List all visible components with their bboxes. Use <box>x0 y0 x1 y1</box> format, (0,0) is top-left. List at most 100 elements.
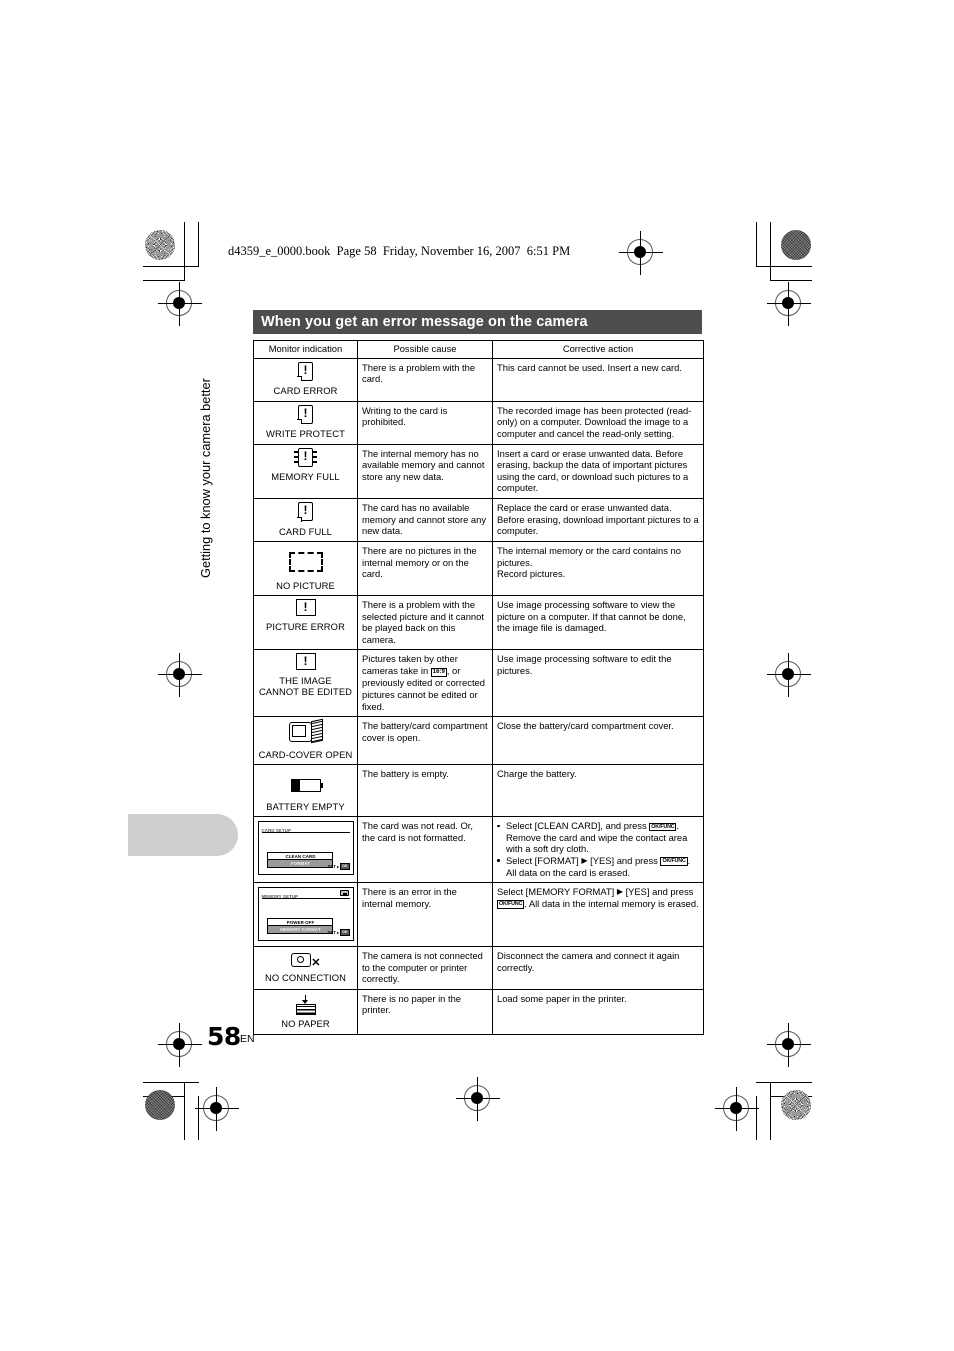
ok-func-key-badge: OK/FUNC <box>660 857 688 866</box>
screen-title-rule <box>261 897 350 899</box>
ok-func-key-badge: OK/FUNC <box>649 822 677 832</box>
monitor-indication-cell: ! PICTURE ERROR <box>253 594 358 651</box>
corrective-action-cell: The recorded image has been protected (r… <box>492 400 704 445</box>
screen-title-rule <box>261 831 350 833</box>
page-content: When you get an error message on the cam… <box>0 0 954 1351</box>
table-row: NO PAPER There is no paper in the printe… <box>253 988 704 1035</box>
table-row: NO PICTURE There are no pictures in the … <box>253 540 704 596</box>
possible-cause-cell: Writing to the card is prohibited. <box>357 400 493 445</box>
bullet-text-part-2: [YES] and press <box>587 854 661 866</box>
corrective-action-cell: Replace the card or erase unwanted data.… <box>492 497 704 542</box>
screen-set-hint: SET ▸ OK <box>328 861 350 873</box>
table-row: ! WRITE PROTECT Writing to the card is p… <box>253 400 704 445</box>
menu-option-selected[interactable]: CLEAN CARD <box>266 852 333 861</box>
screen-title: MEMORY SETUP <box>261 893 299 899</box>
possible-cause-cell: The card has no available memory and can… <box>357 497 493 542</box>
possible-cause-cell: The camera is not connected to the compu… <box>357 946 493 990</box>
error-message-table: Monitor indication Possible cause Correc… <box>253 340 704 1035</box>
indication-label: CARD-COVER OPEN <box>258 748 353 760</box>
monitor-indication-cell: CARD SETUP CLEAN CARD FORMAT SET ▸ OK <box>253 816 358 884</box>
corrective-action-cell: Use image processing software to view th… <box>492 594 704 651</box>
monitor-indication-cell: MEMORY SETUP POWER OFF MEMORY FORMAT SET… <box>253 882 358 948</box>
bullet-text-part-1: Select [CLEAN CARD], and press <box>506 820 650 832</box>
menu-option[interactable]: MEMORY FORMAT <box>266 926 333 935</box>
table-row: ✕ NO CONNECTION The camera is not connec… <box>253 946 704 990</box>
monitor-indication-cell: CARD-COVER OPEN <box>253 716 358 766</box>
table-row: CARD-COVER OPEN The battery/card compart… <box>253 716 704 766</box>
possible-cause-cell: The battery/card compartment cover is op… <box>357 716 493 766</box>
indication-label: PICTURE ERROR <box>266 620 345 632</box>
card-error-icon: ! <box>297 361 313 382</box>
monitor-indication-cell: ✕ NO CONNECTION <box>253 946 358 990</box>
table-row: ! MEMORY FULL The internal memory has no… <box>253 443 704 499</box>
corrective-action-cell: Charge the battery. <box>492 764 704 818</box>
no-picture-icon <box>288 551 323 572</box>
table-row: BATTERY EMPTY The battery is empty. Char… <box>253 764 704 818</box>
column-header-corrective-action: Corrective action <box>492 340 704 359</box>
table-row: ! PICTURE ERROR There is a problem with … <box>253 594 704 651</box>
card-cover-open-icon <box>288 718 323 744</box>
set-label: SET <box>327 863 336 869</box>
bullet-text-part-1: Select [FORMAT] <box>506 854 582 866</box>
ok-key-badge: OK <box>340 863 350 870</box>
image-not-editable-icon: ! <box>295 653 316 671</box>
corrective-action-cell: Close the battery/card compartment cover… <box>492 716 704 766</box>
no-connection-icon: ✕ <box>290 952 321 969</box>
indication-label: CARD ERROR <box>273 385 338 397</box>
ok-key-badge: OK <box>340 929 350 936</box>
action-text-part-1: Select [MEMORY FORMAT] <box>497 886 617 898</box>
internal-memory-icon <box>339 890 349 897</box>
indication-label: NO PAPER <box>281 1018 330 1030</box>
indication-label: WRITE PROTECT <box>266 428 345 440</box>
monitor-indication-cell: ! WRITE PROTECT <box>253 400 358 445</box>
possible-cause-cell: There is a problem with the card. <box>357 357 493 402</box>
write-protect-icon: ! <box>297 404 313 425</box>
corrective-action-cell: Load some paper in the printer. <box>492 988 704 1035</box>
card-full-icon: ! <box>297 501 313 522</box>
possible-cause-cell: There is no paper in the printer. <box>357 988 493 1035</box>
table-row: ! CARD ERROR There is a problem with the… <box>253 357 704 402</box>
column-header-monitor-indication: Monitor indication <box>253 340 358 359</box>
monitor-indication-cell: NO PICTURE <box>253 540 358 596</box>
column-header-possible-cause: Possible cause <box>357 340 493 359</box>
table-header-row: Monitor indication Possible cause Correc… <box>253 340 704 359</box>
memory-setup-screen: MEMORY SETUP POWER OFF MEMORY FORMAT SET… <box>257 887 354 942</box>
possible-cause-cell: The card was not read. Or, the card is n… <box>357 816 493 884</box>
menu-option-selected[interactable]: POWER OFF <box>266 918 333 927</box>
corrective-action-cell: Use image processing software to edit th… <box>492 649 704 718</box>
chapter-tab <box>128 814 238 856</box>
possible-cause-cell: There is a problem with the selected pic… <box>357 594 493 651</box>
set-label: SET <box>327 929 336 935</box>
table-row: CARD SETUP CLEAN CARD FORMAT SET ▸ OK Th… <box>253 816 704 884</box>
table-row: ! THE IMAGE CANNOT BE EDITED Pictures ta… <box>253 649 704 718</box>
card-setup-screen: CARD SETUP CLEAN CARD FORMAT SET ▸ OK <box>257 821 354 876</box>
monitor-indication-cell: ! CARD ERROR <box>253 357 358 402</box>
indication-label: NO CONNECTION <box>265 971 346 983</box>
corrective-action-cell: Disconnect the camera and connect it aga… <box>492 946 704 990</box>
table-row: ! CARD FULL The card has no available me… <box>253 497 704 542</box>
monitor-indication-cell: BATTERY EMPTY <box>253 764 358 818</box>
monitor-indication-cell: ! THE IMAGE CANNOT BE EDITED <box>253 649 358 718</box>
table-row: MEMORY SETUP POWER OFF MEMORY FORMAT SET… <box>253 882 704 948</box>
screen-set-hint: SET ▸ OK <box>328 927 350 939</box>
corrective-action-cell: Select [MEMORY FORMAT] ▶ [YES] and press… <box>492 882 704 948</box>
corrective-action-cell: This card cannot be used. Insert a new c… <box>492 357 704 402</box>
no-paper-icon <box>295 994 316 1015</box>
monitor-indication-cell: ! CARD FULL <box>253 497 358 542</box>
monitor-indication-cell: ! MEMORY FULL <box>253 443 358 499</box>
page-number: 58 <box>207 1022 241 1051</box>
monitor-indication-cell: NO PAPER <box>253 988 358 1035</box>
possible-cause-cell: The internal memory has no available mem… <box>357 443 493 499</box>
ok-func-key-badge: OK/FUNC <box>497 900 525 909</box>
action-line-1: The internal memory or the card contains… <box>497 544 681 568</box>
indication-label: NO PICTURE <box>276 579 335 591</box>
menu-option[interactable]: FORMAT <box>266 860 333 869</box>
corrective-action-cell: Select [CLEAN CARD], and press OK/FUNC. … <box>492 816 704 884</box>
possible-cause-cell: The battery is empty. <box>357 764 493 818</box>
corrective-action-cell: The internal memory or the card contains… <box>492 540 704 596</box>
picture-error-icon: ! <box>295 598 316 616</box>
action-text-part-3: . All data in the internal memory is era… <box>524 897 699 909</box>
action-bullet: Select [FORMAT] ▶ [YES] and press OK/FUN… <box>497 854 699 878</box>
chapter-label: Getting to know your camera better <box>198 378 213 578</box>
memory-full-icon: ! <box>294 447 317 467</box>
